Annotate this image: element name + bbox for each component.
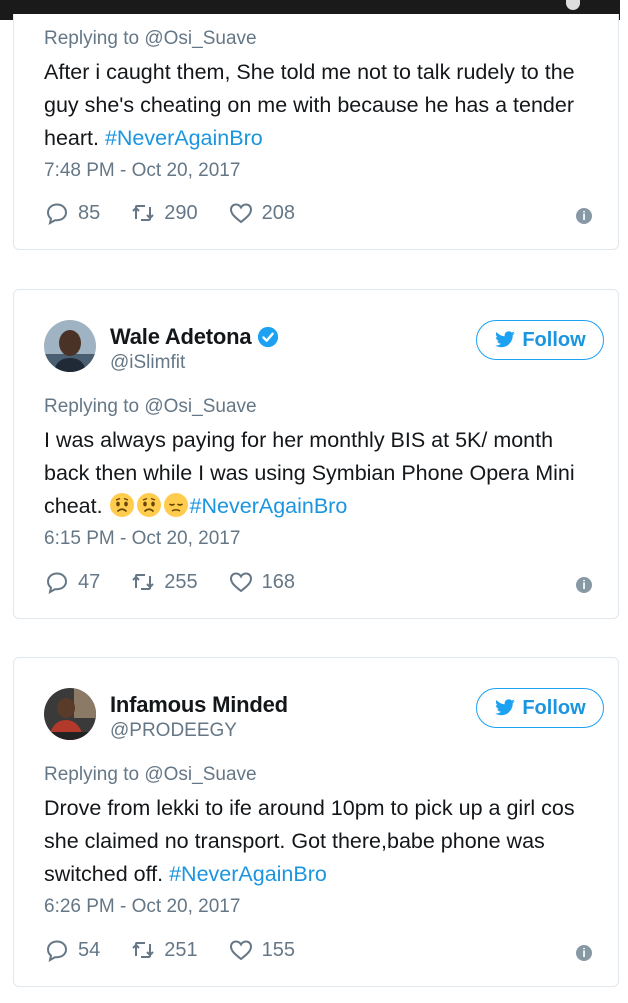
display-name[interactable]: Wale Adetona	[110, 324, 252, 350]
tweet-header: Wale Adetona @iSlimfit Follow	[44, 320, 604, 376]
tweet-timestamp[interactable]: 6:15 PM - Oct 20, 2017	[44, 528, 240, 550]
replying-to-prefix: Replying to	[44, 396, 145, 417]
reply-button[interactable]: 47	[44, 570, 100, 594]
avatar-image	[44, 688, 96, 740]
tweet-text: After i caught them, She told me not to …	[44, 56, 604, 155]
name-row: Infamous Minded	[110, 692, 288, 718]
worried-face-emoji-icon	[109, 493, 134, 517]
follow-label: Follow	[522, 328, 586, 351]
reply-count: 54	[78, 938, 101, 961]
hashtag-link[interactable]: #NeverAgainBro	[105, 126, 263, 150]
avatar[interactable]	[44, 320, 96, 372]
avatar[interactable]	[44, 688, 96, 740]
tweet-text: Drove from lekki to ife around 10pm to p…	[44, 792, 604, 891]
replying-to-prefix: Replying to	[44, 28, 145, 49]
tweet-actions: 54 251 155	[44, 936, 325, 964]
like-button[interactable]: 155	[228, 938, 295, 962]
twitter-bird-icon	[495, 699, 516, 716]
follow-label: Follow	[522, 696, 586, 719]
reply-button[interactable]: 54	[44, 938, 100, 962]
retweet-icon	[132, 574, 154, 590]
hashtag-link[interactable]: #NeverAgainBro	[169, 862, 327, 886]
follow-button[interactable]: Follow	[476, 688, 604, 728]
tweet-card: Wale Adetona @iSlimfit Follow Replying t…	[13, 289, 619, 619]
name-row: Wale Adetona	[110, 324, 279, 350]
tweet-card: Infamous Minded @PRODEEGY Follow Replyin…	[13, 657, 619, 987]
reply-count: 85	[78, 201, 101, 224]
reply-icon	[46, 940, 68, 962]
retweet-button[interactable]: 290	[130, 201, 198, 225]
reply-to-handle-link[interactable]: @Osi_Suave	[144, 764, 256, 785]
retweet-count: 255	[164, 570, 198, 593]
replying-to: Replying to @Osi_Suave	[44, 764, 257, 786]
retweet-button[interactable]: 251	[130, 938, 198, 962]
reply-button[interactable]: 85	[44, 201, 100, 225]
reply-icon	[46, 572, 68, 594]
retweet-button[interactable]: 255	[130, 570, 198, 594]
avatar-image	[44, 320, 96, 372]
like-count: 208	[261, 201, 295, 224]
heart-icon	[229, 572, 252, 593]
retweet-icon	[132, 942, 154, 958]
tweet-text: I was always paying for her monthly BIS …	[44, 424, 604, 523]
disappointed-face-emoji-icon	[163, 493, 188, 517]
heart-icon	[229, 940, 252, 961]
like-count: 168	[261, 570, 295, 593]
retweet-icon	[132, 205, 154, 221]
info-icon[interactable]: i	[576, 208, 592, 224]
reply-count: 47	[78, 570, 101, 593]
tweet-timestamp[interactable]: 7:48 PM - Oct 20, 2017	[44, 160, 240, 182]
like-button[interactable]: 168	[228, 570, 295, 594]
user-handle[interactable]: @PRODEEGY	[110, 720, 237, 742]
tweet-actions: 47 255 168	[44, 568, 325, 596]
user-handle[interactable]: @iSlimfit	[110, 352, 185, 374]
top-bar-avatar-edge	[566, 0, 580, 10]
replying-to: Replying to @Osi_Suave	[44, 396, 257, 418]
retweet-count: 251	[164, 938, 198, 961]
like-button[interactable]: 208	[228, 201, 295, 225]
reply-to-handle-link[interactable]: @Osi_Suave	[144, 28, 256, 49]
reply-to-handle-link[interactable]: @Osi_Suave	[144, 396, 256, 417]
reply-icon	[46, 203, 68, 225]
like-count: 155	[261, 938, 295, 961]
display-name[interactable]: Infamous Minded	[110, 692, 288, 718]
twitter-bird-icon	[495, 331, 516, 348]
replying-to: Replying to @Osi_Suave	[44, 28, 257, 50]
info-icon[interactable]: i	[576, 945, 592, 961]
tweet-actions: 85 290 208	[44, 199, 325, 227]
heart-icon	[229, 203, 252, 224]
tweet-timestamp[interactable]: 6:26 PM - Oct 20, 2017	[44, 896, 240, 918]
worried-face-emoji-icon	[136, 493, 161, 517]
verified-badge-icon	[258, 326, 279, 348]
tweet-card: Replying to @Osi_Suave After i caught th…	[13, 14, 619, 250]
replying-to-prefix: Replying to	[44, 764, 145, 785]
info-icon[interactable]: i	[576, 577, 592, 593]
tweet-header: Infamous Minded @PRODEEGY Follow	[44, 688, 604, 744]
follow-button[interactable]: Follow	[476, 320, 604, 360]
retweet-count: 290	[164, 201, 198, 224]
hashtag-link[interactable]: #NeverAgainBro	[190, 494, 348, 518]
